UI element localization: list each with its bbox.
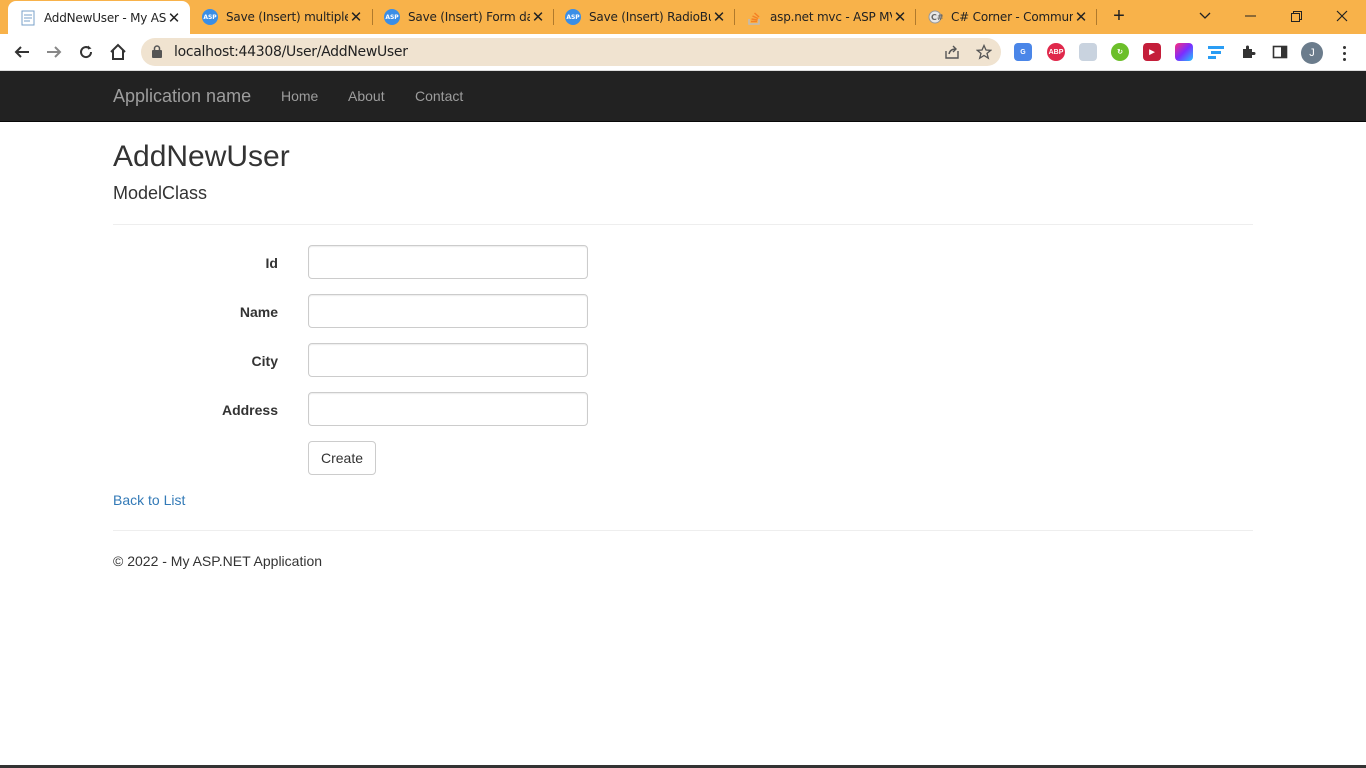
asp-icon: ASP bbox=[384, 9, 400, 25]
asp-icon: ASP bbox=[202, 9, 218, 25]
nav-link-about[interactable]: About bbox=[348, 88, 385, 104]
url-text[interactable]: localhost:44308/User/AddNewUser bbox=[174, 44, 408, 60]
tab-checkbox[interactable]: ASP Save (Insert) multiple CheckBox ✕ bbox=[190, 0, 372, 34]
svg-text:C#: C# bbox=[931, 13, 943, 22]
tab-form-data[interactable]: ASP Save (Insert) Form data ✕ bbox=[372, 0, 554, 34]
footer-divider bbox=[113, 530, 1253, 531]
back-to-list-link[interactable]: Back to List bbox=[113, 492, 185, 508]
adblock-plus-icon[interactable]: ABP bbox=[1047, 43, 1065, 61]
tab-stackoverflow[interactable]: asp.net mvc - ASP MVC ✕ bbox=[734, 0, 916, 34]
address-label: Address bbox=[221, 402, 278, 418]
close-tab-icon[interactable]: ✕ bbox=[1073, 8, 1089, 26]
restore-icon[interactable] bbox=[1273, 0, 1319, 32]
page-title: AddNewUser bbox=[113, 140, 290, 173]
id-label: Id bbox=[265, 255, 278, 271]
forward-arrow-icon[interactable] bbox=[41, 39, 67, 65]
create-button[interactable]: Create bbox=[308, 441, 377, 475]
extensions-puzzle-icon[interactable] bbox=[1239, 43, 1257, 61]
name-field[interactable] bbox=[308, 294, 588, 328]
tab-title: C# Corner - Community bbox=[951, 10, 1073, 24]
site-navbar: Application name Home About Contact bbox=[0, 71, 1366, 122]
blue-extension-icon[interactable] bbox=[1207, 43, 1225, 61]
colorful-extension-icon[interactable] bbox=[1175, 43, 1193, 61]
model-heading: ModelClass bbox=[113, 183, 208, 203]
side-panel-icon[interactable] bbox=[1271, 43, 1289, 61]
asp-icon: ASP bbox=[565, 9, 581, 25]
stackoverflow-icon bbox=[746, 9, 762, 25]
new-tab-icon[interactable]: + bbox=[1109, 6, 1129, 26]
tab-radiobutton[interactable]: ASP Save (Insert) RadioButton ✕ bbox=[553, 0, 735, 34]
google-translate-icon[interactable]: G bbox=[1014, 43, 1032, 61]
close-window-icon[interactable] bbox=[1319, 0, 1365, 32]
tab-title: asp.net mvc - ASP MVC bbox=[770, 10, 892, 24]
tab-search-chevron-icon[interactable] bbox=[1182, 0, 1228, 32]
red-extension-icon[interactable]: ▶ bbox=[1143, 43, 1161, 61]
minimize-icon[interactable] bbox=[1227, 0, 1273, 32]
navbar-brand[interactable]: Application name bbox=[113, 86, 251, 107]
close-tab-icon[interactable]: ✕ bbox=[166, 9, 182, 27]
lock-icon[interactable] bbox=[152, 45, 162, 63]
share-icon[interactable] bbox=[943, 43, 961, 61]
tab-title: Save (Insert) multiple CheckBox bbox=[226, 10, 348, 24]
close-tab-icon[interactable]: ✕ bbox=[892, 8, 908, 26]
close-tab-icon[interactable]: ✕ bbox=[711, 8, 727, 26]
nav-link-contact[interactable]: Contact bbox=[415, 88, 463, 104]
profile-avatar[interactable]: J bbox=[1301, 42, 1323, 64]
name-label: Name bbox=[239, 304, 278, 320]
csharpcorner-icon: C# bbox=[927, 9, 943, 25]
divider bbox=[113, 224, 1253, 225]
bookmark-star-icon[interactable] bbox=[975, 43, 993, 61]
nav-link-home[interactable]: Home bbox=[281, 88, 318, 104]
close-tab-icon[interactable]: ✕ bbox=[530, 8, 546, 26]
tab-title: Save (Insert) RadioButton bbox=[589, 10, 711, 24]
tab-separator bbox=[1096, 9, 1097, 25]
city-label: City bbox=[251, 353, 278, 369]
back-arrow-icon[interactable] bbox=[9, 39, 35, 65]
page-icon bbox=[20, 9, 36, 26]
tab-csharpcorner[interactable]: C# C# Corner - Community ✕ bbox=[915, 0, 1097, 34]
address-bar[interactable]: localhost:44308/User/AddNewUser bbox=[141, 38, 1001, 66]
green-extension-icon[interactable]: ↻ bbox=[1111, 43, 1129, 61]
image-extension-icon[interactable] bbox=[1079, 43, 1097, 61]
id-field[interactable] bbox=[308, 245, 588, 279]
browser-menu-icon[interactable] bbox=[1336, 42, 1352, 64]
city-field[interactable] bbox=[308, 343, 588, 377]
reload-icon[interactable] bbox=[73, 39, 99, 65]
address-field[interactable] bbox=[308, 392, 588, 426]
home-icon[interactable] bbox=[105, 39, 131, 65]
browser-toolbar: localhost:44308/User/AddNewUser G ABP ↻ … bbox=[0, 34, 1366, 71]
footer-copyright: © 2022 - My ASP.NET Application bbox=[113, 553, 323, 569]
tab-title: Save (Insert) Form data bbox=[408, 10, 530, 24]
browser-tab-strip: AddNewUser - My ASP.NET Application ✕ AS… bbox=[0, 0, 1366, 34]
tab-addnewuser[interactable]: AddNewUser - My ASP.NET Application ✕ bbox=[8, 1, 190, 34]
tab-title: AddNewUser - My ASP.NET Application bbox=[44, 10, 166, 25]
close-tab-icon[interactable]: ✕ bbox=[348, 8, 364, 26]
